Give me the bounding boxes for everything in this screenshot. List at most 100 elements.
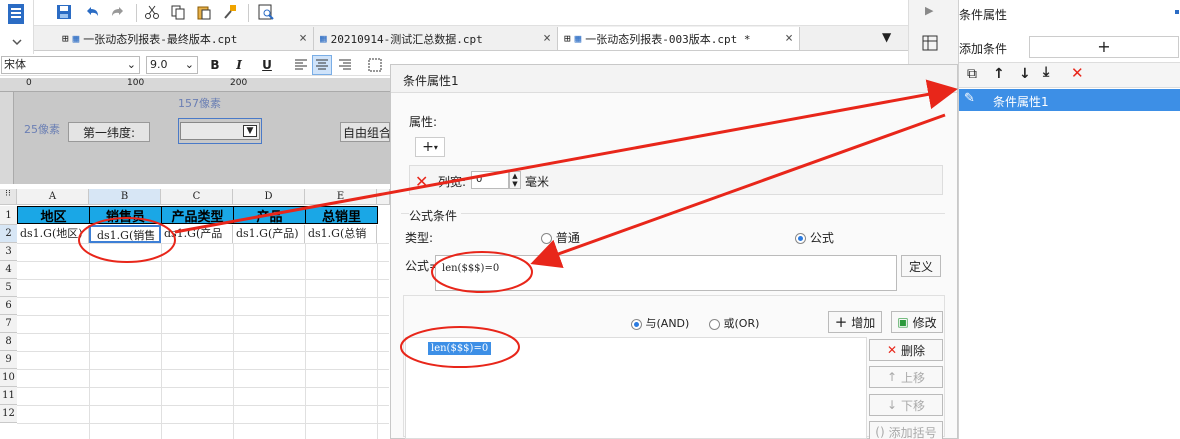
chevron-down-icon: ▼ [243,125,257,137]
row-header[interactable]: 10 [0,369,17,387]
data-cell[interactable]: ds1.G(产品 [161,225,233,243]
data-cell[interactable]: ds1.G(产品) [233,225,305,243]
row-header[interactable]: 9 [0,351,17,369]
width-stepper[interactable]: ▲ ▼ [509,171,521,189]
remove-icon[interactable]: ✕ [1071,64,1084,82]
row-header[interactable]: 5 [0,279,17,297]
row-header[interactable]: 2 [0,225,17,243]
row-header[interactable]: 6 [0,297,17,315]
type-normal-radio[interactable]: 普通 [541,229,580,246]
formula-input[interactable]: len($$$)=0 [435,255,897,291]
align-right-icon[interactable] [336,56,354,74]
select-all-corner[interactable]: ⁝⁝ [0,189,17,205]
copy-icon[interactable]: ⧉ [967,66,977,82]
add-condition-button[interactable]: + [1029,36,1179,58]
move-down-label: 下移 [901,398,926,413]
row-header[interactable]: 7 [0,315,17,333]
radio-selected-icon [631,318,642,330]
font-size-select[interactable]: 9.0 ⌄ [146,56,198,74]
plus-icon: + [422,139,434,155]
modify-button[interactable]: ▣ 修改 [891,311,943,333]
combobox-widget[interactable]: ▼ [180,122,260,140]
app-menu-button[interactable] [0,0,34,54]
arrow-down-icon[interactable]: ↓ [1019,66,1031,82]
column-header[interactable]: A [17,189,89,205]
format-painter-icon[interactable] [220,2,240,22]
add-condition-button[interactable]: + 增加 [828,311,882,333]
row-header[interactable]: 8 [0,333,17,351]
paste-icon[interactable] [194,2,214,22]
attribute-label: 属性: [409,115,438,129]
define-button[interactable]: 定义 [901,255,941,277]
arrow-up-icon[interactable]: ↑ [993,66,1005,82]
chevron-down-icon: ▾ [433,142,438,152]
move-down-button[interactable]: ↓ 下移 [869,394,943,416]
formula-input-value: len($$$)=0 [442,263,500,274]
row-header[interactable]: 3 [0,243,17,261]
header-cell[interactable]: 地区 [17,206,90,225]
cell-attributes-icon[interactable] [921,34,941,54]
header-cell[interactable]: 产品类型 [161,206,234,225]
row-header[interactable]: 1 [0,206,17,225]
type-formula-radio[interactable]: 公式 [795,229,834,246]
font-family-select[interactable]: 宋体 ⌄ [1,56,140,74]
selected-data-cell[interactable]: ds1.G(销售 [89,225,161,243]
height-hint: 25像素 [24,123,60,136]
column-width-unit: 毫米 [525,175,550,189]
column-width-value: 0 [476,174,483,185]
condition-list[interactable]: len($$$)=0 [405,337,867,439]
remove-attribute-icon[interactable]: ✕ [415,172,428,191]
chevron-down-icon: ⌄ [126,58,136,71]
redo-icon[interactable] [108,2,128,22]
align-left-icon[interactable] [292,56,310,74]
condition-item-selected[interactable]: ✎ 条件属性1 [959,89,1180,111]
close-icon[interactable]: × [543,31,551,46]
move-up-button[interactable]: ↑ 上移 [869,366,943,388]
report-file-icon: ▦ [72,32,80,45]
bold-button[interactable]: B [206,56,224,74]
preview-icon[interactable] [256,2,276,22]
delete-button[interactable]: ✕ 删除 [869,339,943,361]
header-cell[interactable]: 总销里 [305,206,378,225]
column-header[interactable]: E [305,189,377,205]
label-widget[interactable]: 第一纬度: [68,122,150,142]
add-attribute-dropdown[interactable]: + ▾ [415,137,445,157]
data-cell[interactable]: ds1.G(地区) [17,225,89,243]
column-width-input[interactable]: 0 [471,171,509,189]
undo-icon[interactable] [82,2,102,22]
data-cell[interactable]: ds1.G(总销 [305,225,377,243]
chevron-right-icon[interactable]: ▶ [925,4,933,17]
cut-icon[interactable] [142,2,162,22]
delete-label: 删除 [901,343,926,358]
free-combo-button[interactable]: 自由组合 [340,122,390,142]
close-icon[interactable]: × [785,31,793,46]
add-parentheses-button[interactable]: () 添加括号 [869,421,943,439]
underline-button[interactable]: U [258,56,276,74]
column-header[interactable]: D [233,189,305,205]
tab-version-003[interactable]: ⊞ ▦ 一张动态列报表-003版本.cpt * × [558,27,800,50]
row-header[interactable]: 12 [0,405,17,423]
save-icon[interactable] [54,2,74,22]
or-radio[interactable]: 或(OR) [709,315,759,331]
column-header[interactable]: B [89,189,161,205]
copy-icon[interactable] [168,2,188,22]
and-radio[interactable]: 与(AND) [631,315,689,331]
row-header[interactable]: 4 [0,261,17,279]
column-header[interactable]: C [161,189,233,205]
tab-final-version[interactable]: ⊞ ▦ 一张动态列报表-最终版本.cpt × [56,27,314,50]
header-cell[interactable]: 产品 [233,206,306,225]
tab-list-icon[interactable]: ▼ [882,30,891,44]
align-center-icon[interactable] [312,55,332,75]
ruler-mark: 100 [127,78,145,88]
free-combo-label: 自由组合 [343,125,390,140]
tab-test-summary[interactable]: ▦ 20210914-测试汇总数据.cpt × [314,27,558,50]
condition-list-item[interactable]: len($$$)=0 [428,342,492,355]
move-bottom-icon[interactable]: ⤓ [1043,64,1049,80]
close-icon[interactable]: × [299,31,307,46]
border-icon[interactable] [366,56,384,74]
font-size-value: 9.0 [150,58,168,71]
pencil-icon: ✎ [964,91,975,106]
italic-button[interactable]: I [230,56,248,74]
header-cell[interactable]: 销售员 [89,206,162,225]
row-header[interactable]: 11 [0,387,17,405]
